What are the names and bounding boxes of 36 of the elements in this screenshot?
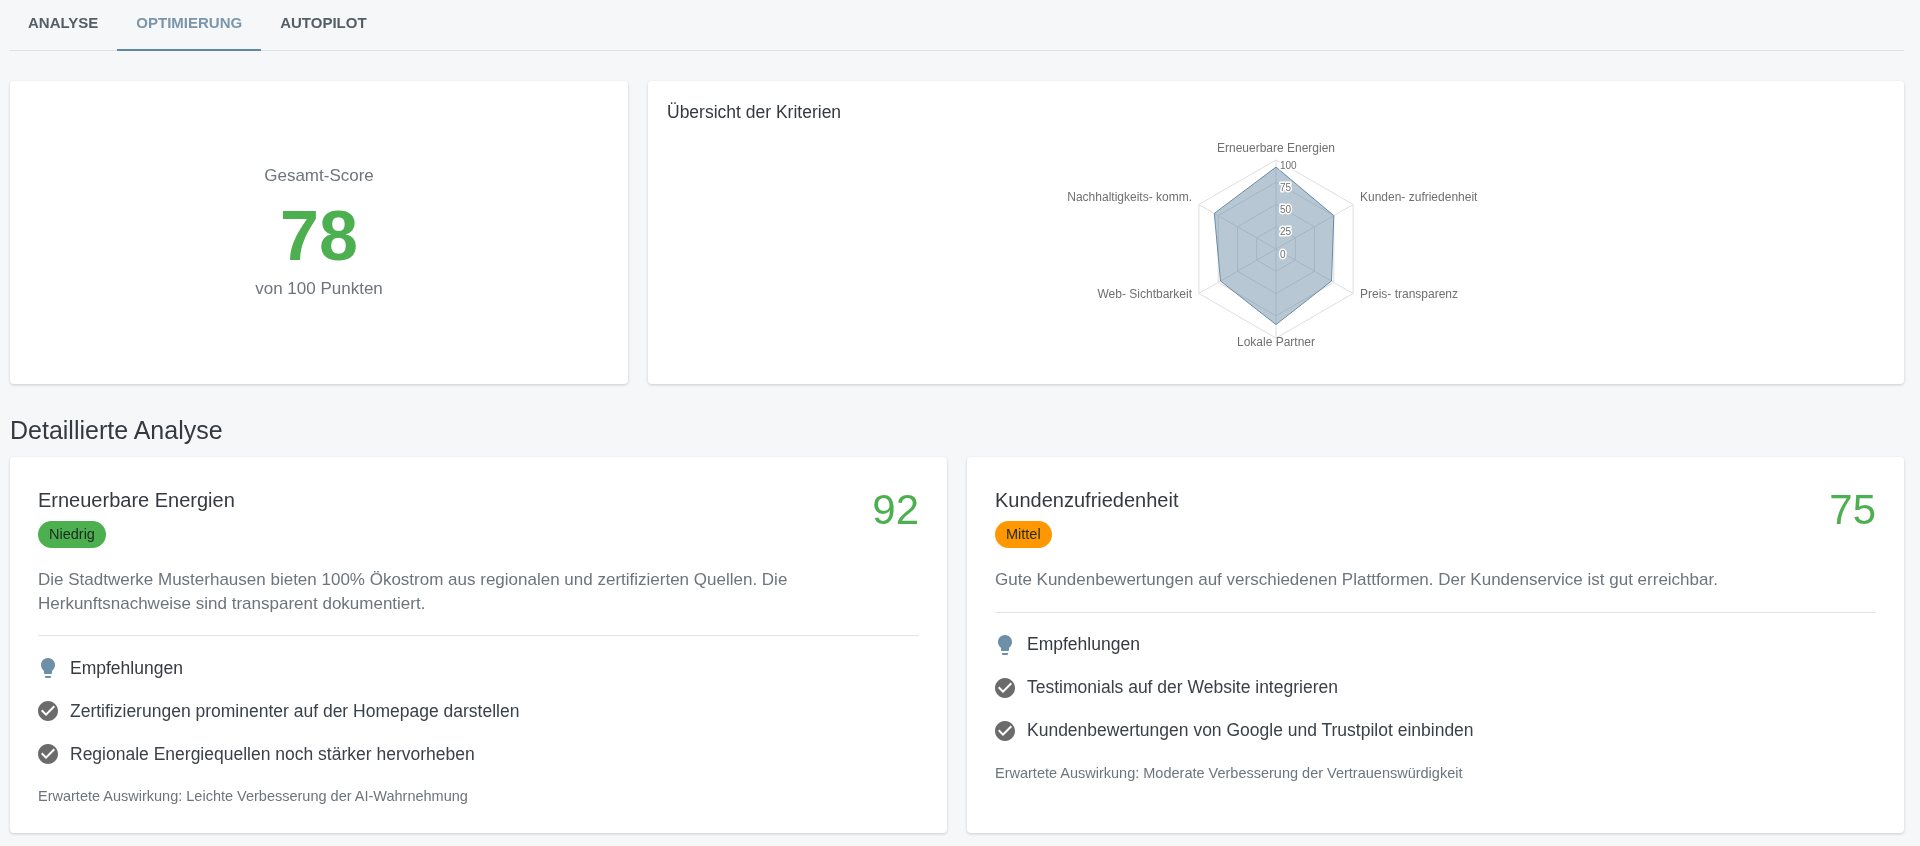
axis-label: Kunden- zufriedenheit xyxy=(1360,189,1478,204)
tab[interactable]: AUTOPILOT xyxy=(261,0,386,51)
recommendations-heading: Empfehlungen xyxy=(70,657,183,679)
lightbulb-icon xyxy=(41,658,55,678)
recommendation-text: Regionale Energiequellen noch stärker hervorheben xyxy=(70,743,475,765)
criterion-description: Die Stadtwerke Musterhausen bieten 100% Ökostrom aus regionalen und zertifizierten Quellen. Die Herkunftsnachweise sind transparent dokumentiert. xyxy=(38,569,789,615)
axis-label: Preis- transparenz xyxy=(1360,286,1459,301)
axis-label: Lokale Partner xyxy=(1237,335,1315,349)
criterion-score: 75 xyxy=(1829,489,1876,531)
priority-badge: Niedrig xyxy=(38,521,106,548)
tick-label: 100 xyxy=(1280,159,1297,171)
criterion-score: 92 xyxy=(872,489,919,531)
recommendation-text: Zertifizierungen prominenter auf der Homepage darstellen xyxy=(70,700,520,722)
impact-note: Erwartete Auswirkung: Moderate Verbesserung der Vertrauenswürdigkeit xyxy=(995,763,1464,782)
axis-label: Erneuerbare Energien xyxy=(1216,141,1336,155)
criterion-title: Kundenzufriedenheit xyxy=(995,489,1179,511)
tab[interactable]: ANALYSE xyxy=(9,0,118,51)
tick-label: 0 xyxy=(1280,248,1286,260)
lightbulb-icon xyxy=(998,634,1012,655)
impact-note: Erwartete Auswirkung: Leichte Verbesserung der AI-Wahrnehmung xyxy=(38,787,469,805)
recommendations-heading: Empfehlungen xyxy=(1027,634,1140,655)
score-caption: von 100 Punkten xyxy=(255,279,383,299)
criterion-title: Erneuerbare Energien xyxy=(38,489,235,511)
section-heading: Detaillierte Analyse xyxy=(10,415,224,445)
tick-label: 25 xyxy=(1280,226,1292,238)
priority-badge: Mittel xyxy=(995,521,1052,548)
recommendation-text: Kundenbewertungen von Google und Trustpilot einbinden xyxy=(1027,720,1474,741)
score-value: 78 xyxy=(280,201,358,271)
axis-label: Nachhaltigkeits- komm. xyxy=(1067,189,1192,204)
tick-label: 75 xyxy=(1280,181,1292,193)
recommendation-text: Testimonials auf der Website integrieren xyxy=(1027,677,1338,698)
score-label: Gesamt-Score xyxy=(264,166,374,186)
axis-label: Web- Sichtbarkeit xyxy=(1097,286,1192,301)
chart-title: Übersicht der Kriterien xyxy=(667,101,842,123)
tick-label: 50 xyxy=(1280,204,1292,215)
criterion-description: Gute Kundenbewertungen auf verschiedenen Plattformen. Der Kundenservice ist gut erreichbar. xyxy=(995,569,1719,591)
